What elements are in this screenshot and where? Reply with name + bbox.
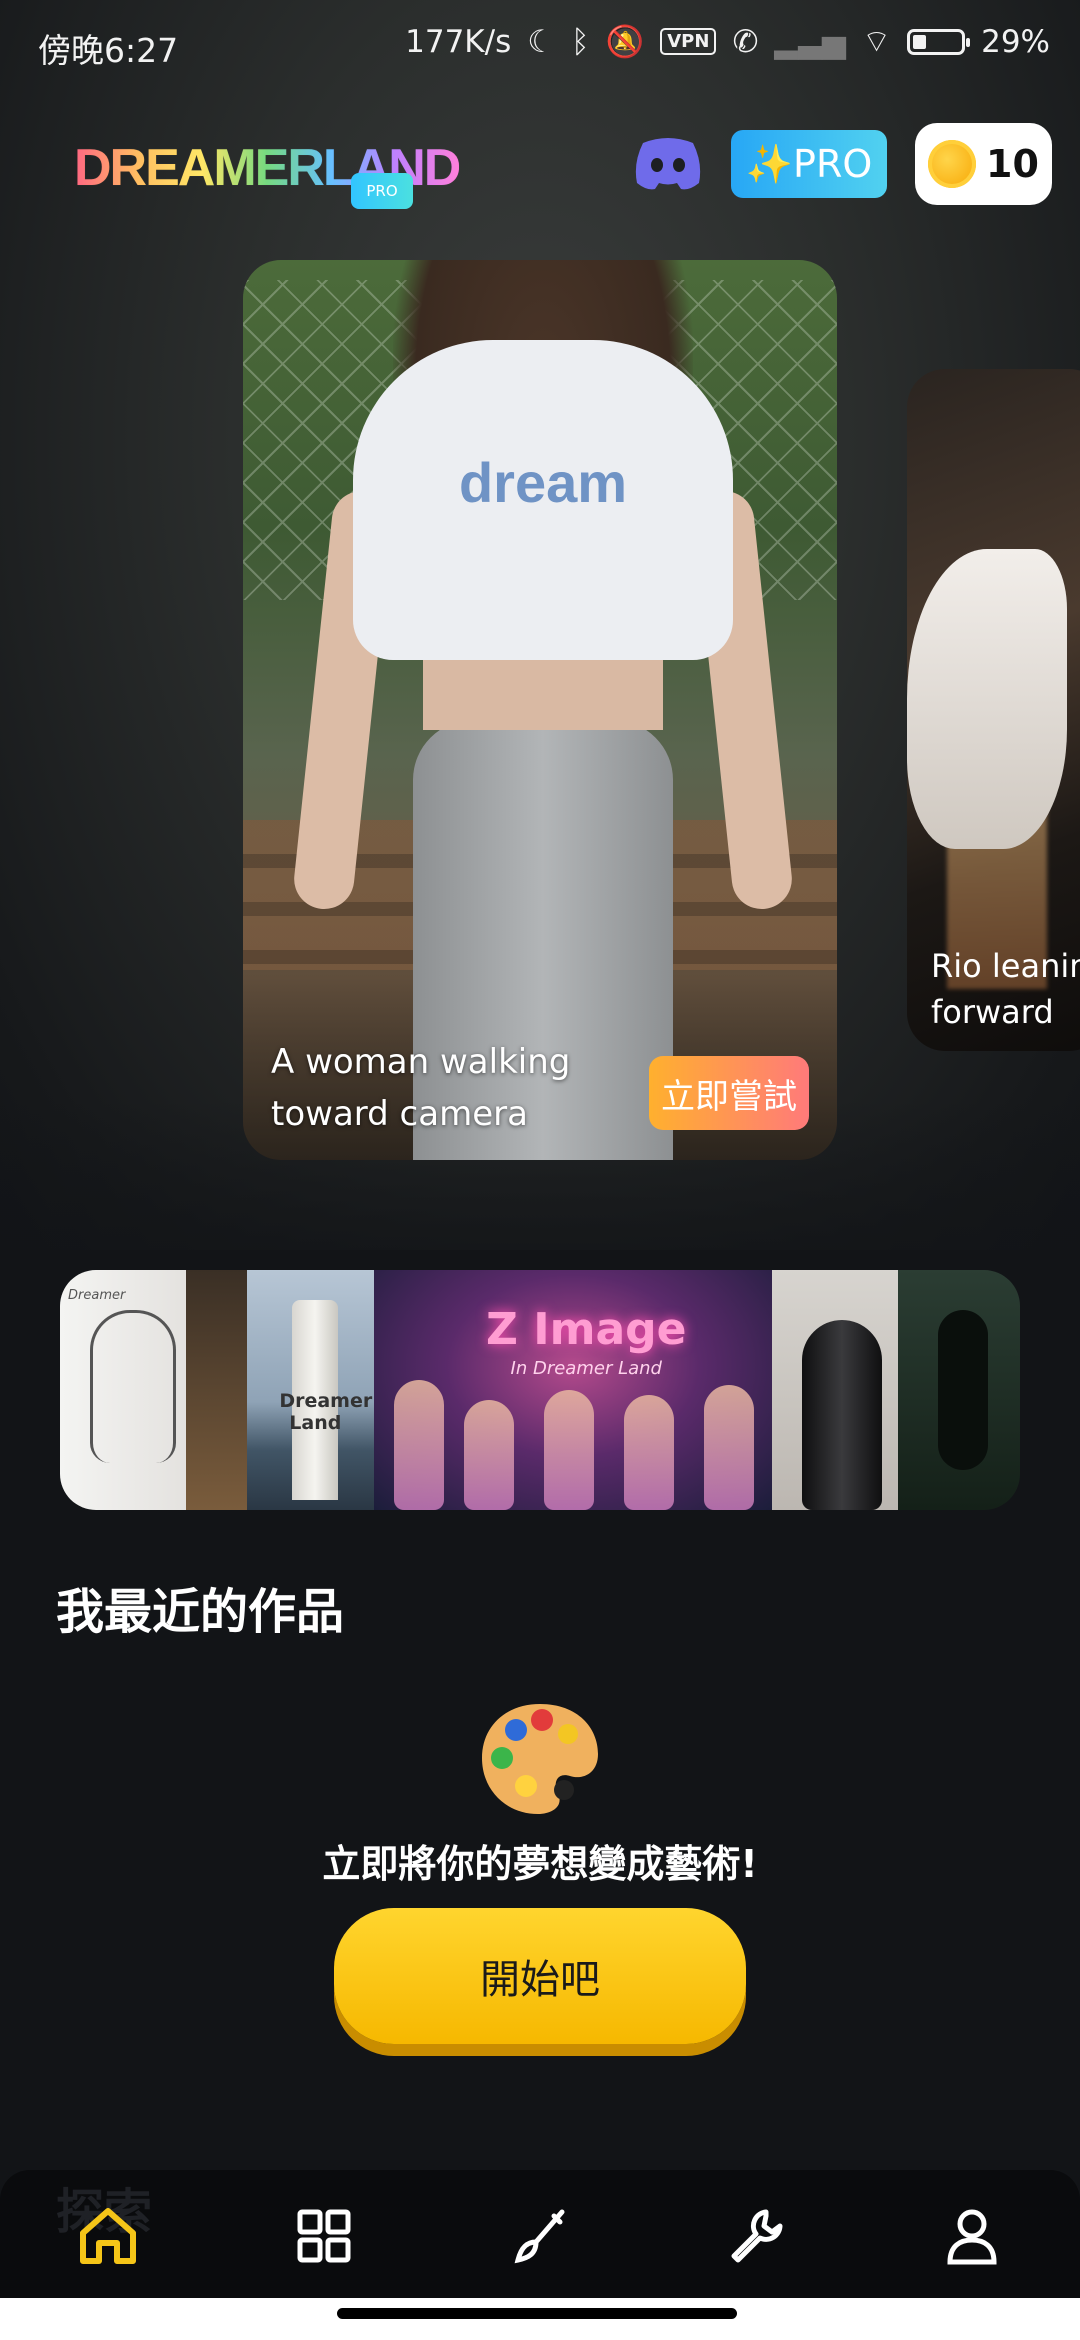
battery-percent: 29% xyxy=(981,23,1050,60)
discord-icon[interactable] xyxy=(631,133,705,193)
recent-works-title: 我最近的作品 xyxy=(56,1584,345,1640)
nav-gallery[interactable] xyxy=(284,2196,364,2276)
brush-icon xyxy=(514,2209,565,2264)
dancer xyxy=(543,1390,594,1510)
lighthouse-text: Dreamer Land xyxy=(279,1390,373,1434)
wrench-icon xyxy=(731,2209,783,2263)
mute-bell-icon: 🔕 xyxy=(605,24,645,60)
banner-title: Z Image xyxy=(486,1304,687,1355)
banner-party-image: Z Image In Dreamer Land xyxy=(373,1270,772,1510)
featured-caption-next: Rio leanin forward xyxy=(931,947,1080,1031)
status-icons: 177K/s ☾ ᛒ 🔕 VPN ✆ ▂▃▅ ⌔ 29% xyxy=(405,22,1050,61)
logo-pro-badge: PRO xyxy=(351,173,413,209)
battery-fill xyxy=(913,34,927,49)
banner-latex-image xyxy=(771,1270,899,1510)
dancer xyxy=(463,1400,514,1510)
coin-icon xyxy=(928,140,977,188)
moon-icon: ☾ xyxy=(527,23,556,60)
sketch-signature: Dreamer xyxy=(68,1288,126,1303)
latex-figure xyxy=(801,1320,882,1510)
dancer xyxy=(703,1385,754,1510)
wifi-icon: ⌔ xyxy=(861,24,892,60)
battery-icon xyxy=(907,28,971,55)
palette-icon xyxy=(478,1698,602,1818)
nav-create[interactable] xyxy=(500,2196,580,2276)
status-bar: 傍晚6:27 177K/s ☾ ᛒ 🔕 VPN ✆ ▂▃▅ ⌔ 29% xyxy=(0,0,1080,92)
gesture-area xyxy=(0,2298,1080,2340)
user-icon xyxy=(947,2209,997,2265)
home-indicator[interactable] xyxy=(337,2308,737,2319)
bluetooth-icon: ᛒ xyxy=(571,23,590,60)
nav-profile[interactable] xyxy=(932,2196,1012,2276)
empty-state-text: 立即將你的夢想變成藝術! xyxy=(322,1842,758,1886)
coin-count: 10 xyxy=(986,142,1039,186)
nav-tools[interactable] xyxy=(716,2196,796,2276)
image-waist xyxy=(423,650,663,730)
banner-sketch-image: Dreamer xyxy=(60,1270,187,1510)
dancer xyxy=(393,1380,444,1510)
promo-banner[interactable]: Dreamer Dreamer Land Z Image In Dreamer … xyxy=(60,1270,1020,1510)
try-now-button[interactable]: 立即嘗試 xyxy=(649,1056,809,1130)
featured-caption: A woman walking toward camera xyxy=(271,1042,571,1134)
coins-button[interactable]: 10 xyxy=(915,123,1052,205)
banner-forest-image xyxy=(898,1270,1020,1510)
network-speed: 177K/s xyxy=(405,23,512,60)
silhouette-figure xyxy=(938,1310,989,1470)
featured-card-next[interactable]: Rio leanin forward xyxy=(907,369,1080,1051)
call-icon: ✆ xyxy=(732,23,759,60)
vpn-badge: VPN xyxy=(660,28,717,55)
banner-subtitle: In Dreamer Land xyxy=(510,1358,662,1379)
dancer xyxy=(623,1395,674,1510)
signal-icon: ▂▃▅ xyxy=(774,23,846,60)
grid-icon xyxy=(297,2209,351,2263)
shirt-text: dream xyxy=(458,451,628,514)
featured-card[interactable]: dream A woman walking toward camera 立即嘗試 xyxy=(243,260,837,1160)
pro-button[interactable]: ✨PRO xyxy=(731,130,887,198)
banner-lighthouse-image: Dreamer Land xyxy=(247,1270,374,1510)
start-button[interactable]: 開始吧 xyxy=(334,1908,746,2044)
home-icon xyxy=(80,2208,136,2264)
image-figure xyxy=(907,549,1067,849)
sketch-figure xyxy=(90,1310,176,1463)
status-time: 傍晚6:27 xyxy=(38,31,179,70)
nav-home[interactable] xyxy=(68,2196,148,2276)
pro-button-label: ✨PRO xyxy=(745,141,873,186)
banner-cafe-image xyxy=(186,1270,248,1510)
image-shirt: dream xyxy=(353,340,733,660)
